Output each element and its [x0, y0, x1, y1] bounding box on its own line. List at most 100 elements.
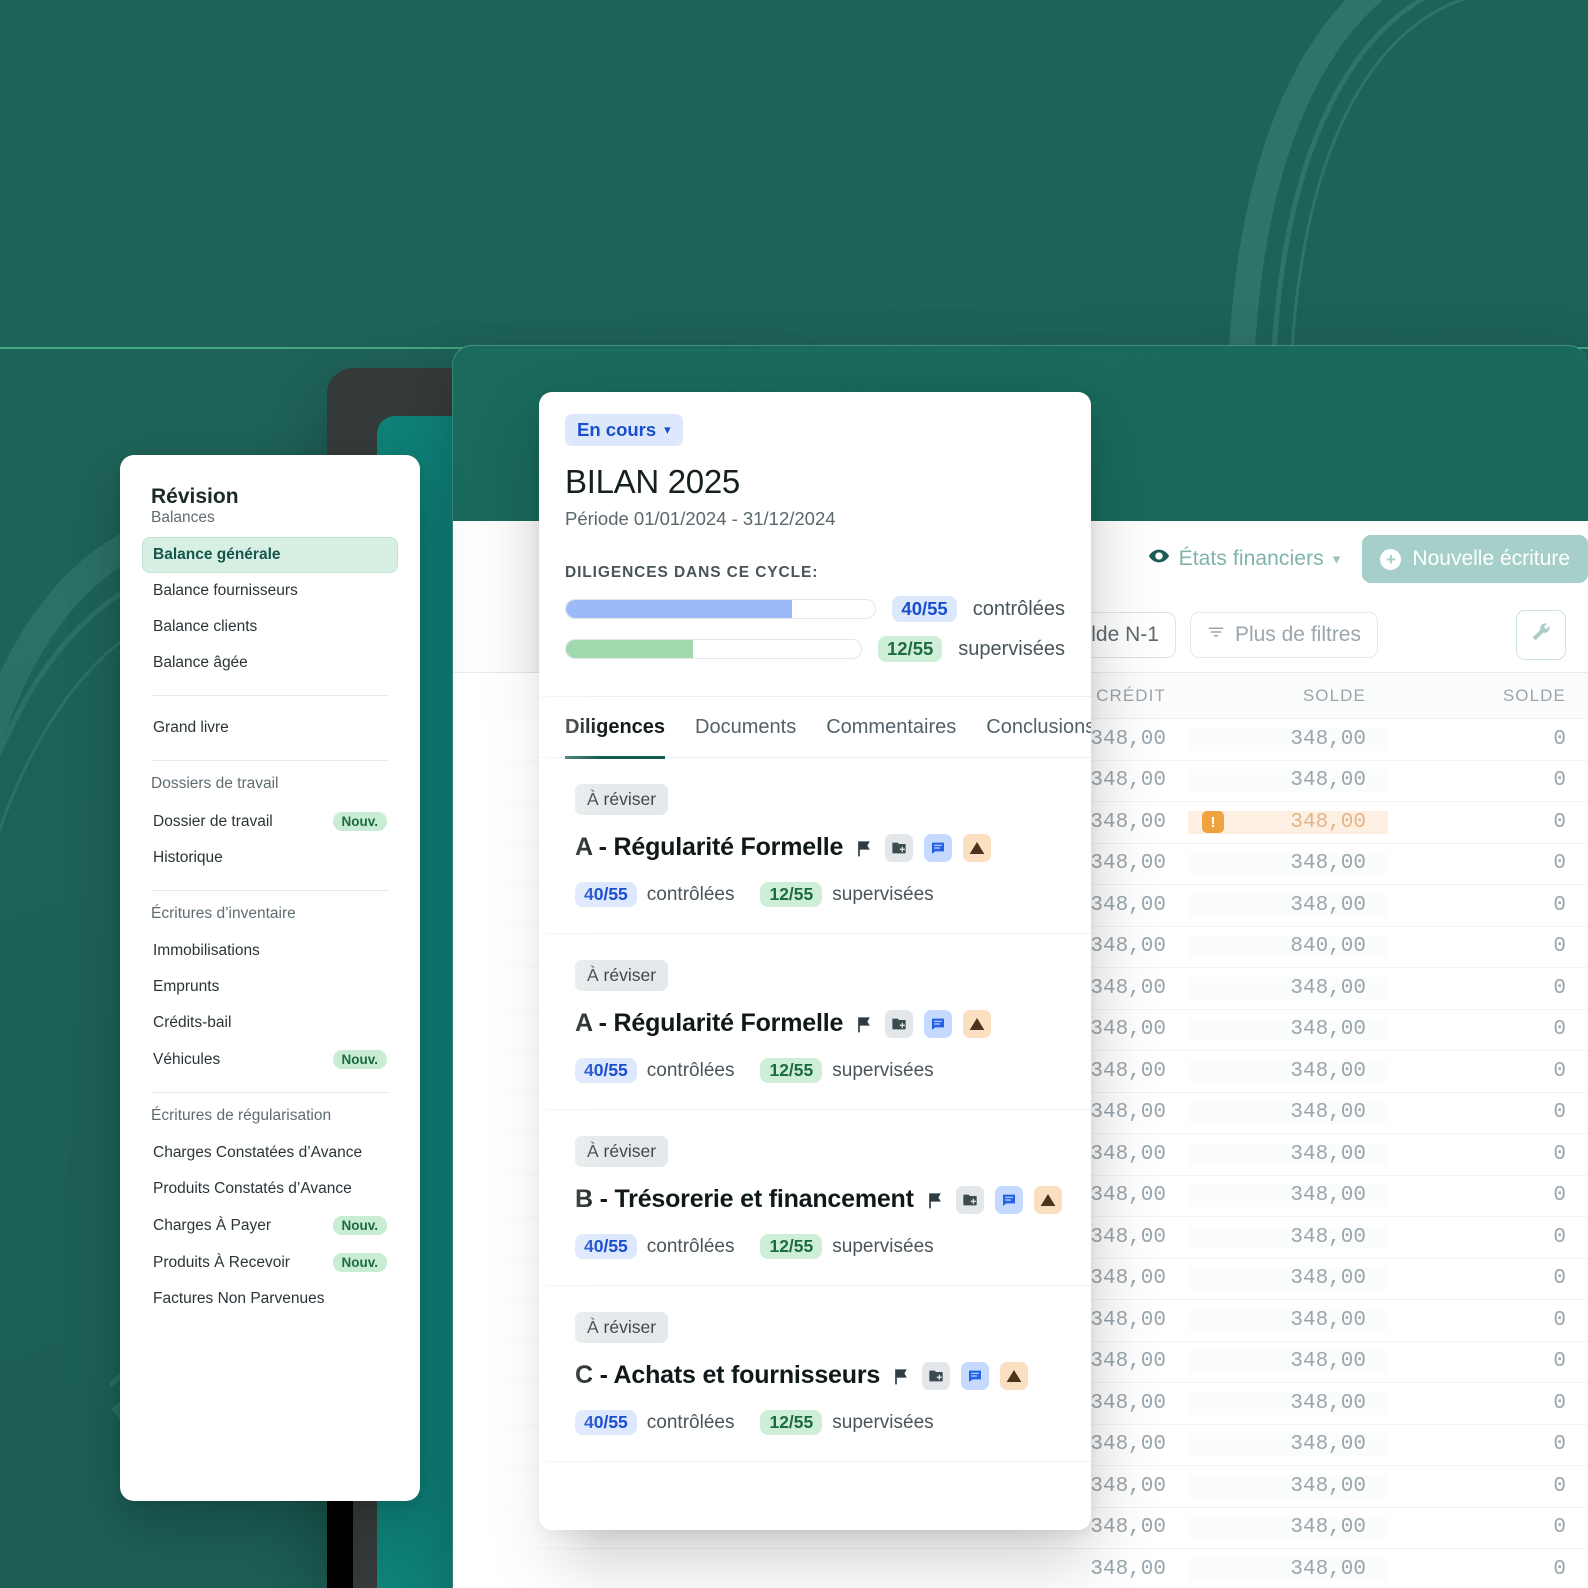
sidebar-item-label: Charges Constatées d’Avance [153, 1144, 363, 1161]
folder-add-icon[interactable] [885, 1009, 914, 1038]
filter-chip-plus-de-filtres-label: Plus de filtres [1234, 622, 1361, 646]
warning-icon[interactable] [963, 833, 992, 862]
progress-rows: 40/55 contrôlées 12/55 supervisées [565, 596, 1065, 662]
controlled-label: contrôlées [646, 883, 735, 905]
cell-solde-n1: 0 [1553, 1184, 1566, 1208]
sidebar-item-grand-livre[interactable]: Grand livre [142, 710, 398, 746]
diligence-title-line: A - Régularité Formelle [575, 1009, 1065, 1038]
sidebar-item-charges-payer[interactable]: Charges À Payer Nouv. [142, 1207, 398, 1244]
progress-track [565, 599, 877, 619]
diligence-status-badge: À réviser [575, 1312, 669, 1343]
cell-solde-n1: 0 [1553, 893, 1566, 917]
sidebar-group-label: Écritures d’inventaire [151, 905, 296, 922]
controlled-label: contrôlées [646, 1411, 735, 1433]
sidebar-item-v-hicules[interactable]: Véhicules Nouv. [142, 1041, 398, 1078]
cell-solde-value: 348,00 [1290, 1474, 1366, 1498]
supervised-label: supervisées [832, 883, 934, 905]
sidebar-item-label: Grand livre [153, 719, 229, 736]
sidebar-item-produits-constat-s-d-avance[interactable]: Produits Constatés d’Avance [142, 1171, 398, 1207]
diligences-list: À réviser A - Régularité Formelle 40/55 con… [539, 758, 1091, 1462]
sidebar-item-label: Crédits-bail [153, 1014, 232, 1031]
card-header: En cours ▾ BILAN 2025 Période 01/01/2024… [539, 392, 1091, 662]
diligence-row[interactable]: À réviser B - Trésorerie et financement 40… [539, 1110, 1091, 1286]
sidebar-item-badge: Nouv. [332, 812, 387, 831]
cell-solde: 348,00 [1188, 1516, 1388, 1540]
sidebar-item-badge: Nouv. [332, 1050, 387, 1069]
eye-icon [1148, 545, 1170, 573]
flag-icon[interactable] [891, 1366, 911, 1386]
progress-count-badge: 12/55 [877, 636, 943, 662]
diligence-counts: 40/55 contrôlées 12/55 supervisées [575, 1410, 1065, 1435]
cell-solde-n1: 0 [1553, 852, 1566, 876]
etats-financiers-button[interactable]: États financiers ▾ [1148, 545, 1341, 573]
revision-sidebar: Révision Balances Balance générale Balance… [120, 455, 420, 1501]
sidebar-item-charges-constat-es-d-avance[interactable]: Charges Constatées d’Avance [142, 1135, 398, 1171]
comment-icon[interactable] [924, 833, 953, 862]
nouvelle-ecriture-button[interactable]: + Nouvelle écriture [1362, 535, 1588, 583]
diligence-counts: 40/55 contrôlées 12/55 supervisées [575, 882, 1065, 907]
diligence-row[interactable]: À réviser C - Achats et fournisseurs 40/55… [539, 1286, 1091, 1462]
sidebar-item-label: Charges À Payer [153, 1216, 272, 1234]
cell-solde: 348,00 [1188, 1391, 1388, 1415]
sidebar-item-cr-dits-bail[interactable]: Crédits-bail [142, 1005, 398, 1041]
sidebar-item-label: Produits À Recevoir [153, 1253, 290, 1271]
warning-icon[interactable] [1033, 1185, 1062, 1214]
flag-icon[interactable] [854, 838, 874, 858]
cell-solde: 348,00 [1188, 1225, 1388, 1249]
etats-financiers-label: États financiers [1178, 547, 1324, 570]
warning-icon[interactable] [963, 1009, 992, 1038]
cell-solde-value: 348,00 [1290, 1516, 1366, 1540]
flag-icon[interactable] [854, 1014, 874, 1034]
cell-solde-n1: 0 [1553, 1308, 1566, 1332]
filter-chip-plus-de-filtres[interactable]: Plus de filtres [1189, 611, 1378, 658]
status-badge[interactable]: En cours ▾ [565, 414, 683, 446]
cell-solde-n1: 0 [1553, 810, 1566, 834]
warning-icon[interactable] [1000, 1361, 1029, 1390]
tab-conclusions[interactable]: Conclusions [986, 697, 1091, 759]
cell-solde: 348,00 [1188, 893, 1388, 917]
cell-solde-value: 348,00 [1290, 1059, 1366, 1083]
cell-solde: 348,00 [1188, 976, 1388, 1000]
sidebar-item-balance-fournisseurs[interactable]: Balance fournisseurs [142, 573, 398, 609]
tab-commentaires[interactable]: Commentaires [826, 697, 956, 759]
sidebar-group-label: Balances [151, 509, 215, 526]
card-tabs: Diligences Documents Commentaires Conclusio… [539, 696, 1091, 759]
sidebar-item-balance-g-e[interactable]: Balance âgée [142, 645, 398, 681]
cell-solde-n1: 0 [1553, 976, 1566, 1000]
sidebar-item-historique[interactable]: Historique [142, 840, 398, 876]
table-row[interactable]: 348,00 348,00 0 [453, 1549, 1588, 1588]
sidebar-item-produits-recevoir[interactable]: Produits À Recevoir Nouv. [142, 1244, 398, 1281]
page-title: BILAN 2025 [565, 463, 740, 500]
sidebar-item-balance-clients[interactable]: Balance clients [142, 609, 398, 645]
cell-solde-value: 348,00 [1290, 1433, 1366, 1457]
sidebar-item-balance-g-n-rale[interactable]: Balance générale [142, 537, 398, 573]
tool-settings-button[interactable] [1516, 609, 1566, 660]
folder-add-icon[interactable] [955, 1185, 984, 1214]
cell-solde: 348,00 [1188, 1018, 1388, 1042]
sidebar-item-dossier-de-travail[interactable]: Dossier de travail Nouv. [142, 803, 398, 840]
diligence-row[interactable]: À réviser A - Régularité Formelle 40/55 con… [539, 934, 1091, 1110]
sidebar-divider [151, 760, 389, 761]
sidebar-item-factures-non-parvenues[interactable]: Factures Non Parvenues [142, 1281, 398, 1317]
supervised-count-badge: 12/55 [760, 882, 823, 907]
flag-icon[interactable] [925, 1190, 945, 1210]
sidebar-group-label: Dossiers de travail [151, 775, 279, 792]
folder-add-icon[interactable] [885, 833, 914, 862]
sidebar-item-immobilisations[interactable]: Immobilisations [142, 933, 398, 969]
sidebar-item-emprunts[interactable]: Emprunts [142, 969, 398, 1005]
tab-documents[interactable]: Documents [695, 697, 796, 759]
progress-count-badge: 40/55 [892, 596, 957, 622]
comment-icon[interactable] [961, 1361, 990, 1390]
wrench-icon [1530, 621, 1552, 649]
cell-solde-value: 348,00 [1290, 1018, 1366, 1042]
folder-add-icon[interactable] [922, 1361, 951, 1390]
comment-icon[interactable] [994, 1185, 1023, 1214]
controlled-label: contrôlées [646, 1235, 735, 1257]
sidebar-group-label: Écritures de régularisation [151, 1107, 332, 1124]
diligence-row[interactable]: À réviser A - Régularité Formelle 40/55 con… [539, 758, 1091, 934]
plus-circle-icon: + [1380, 548, 1402, 570]
diligence-title: B - Trésorerie et financement [575, 1185, 914, 1213]
tab-diligences[interactable]: Diligences [565, 697, 666, 759]
comment-icon[interactable] [924, 1009, 953, 1038]
progress-fill [566, 640, 693, 658]
